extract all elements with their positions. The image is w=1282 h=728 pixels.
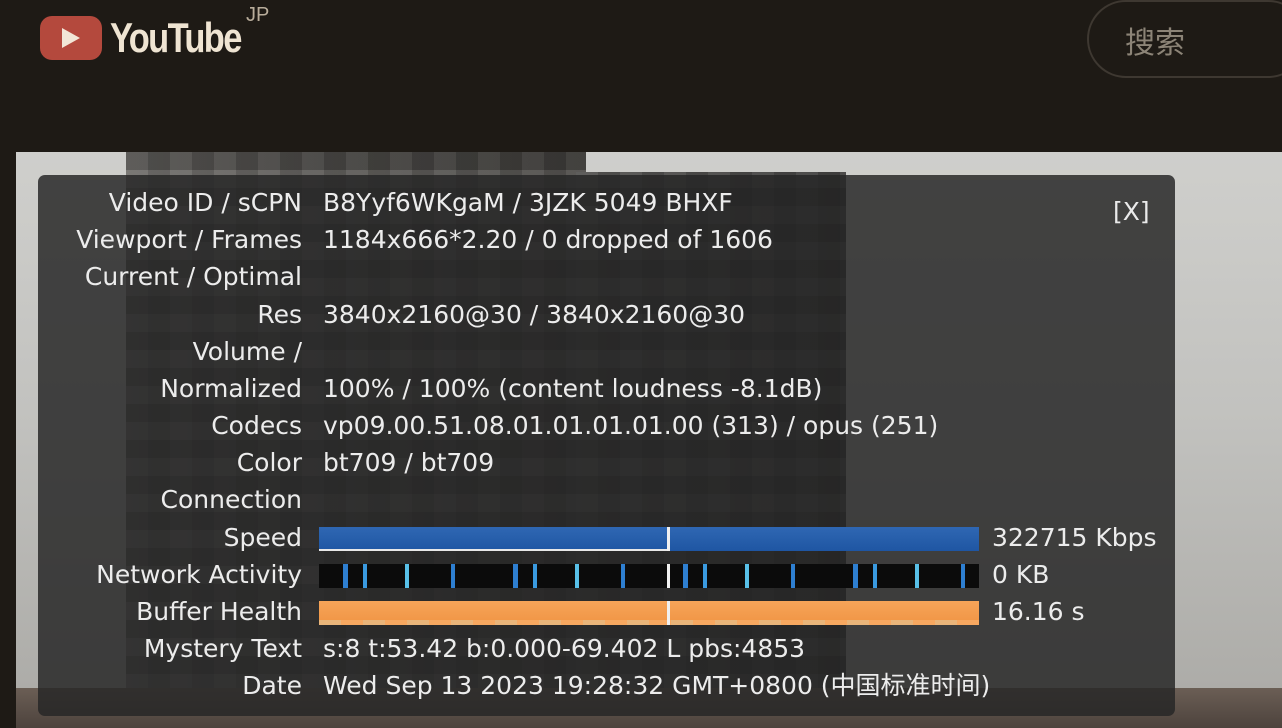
stat-label: Normalized [160, 374, 302, 403]
stat-label: Buffer Health [136, 597, 302, 626]
stat-value: 0 KB [992, 560, 1050, 589]
logo-wordmark: YouTube [110, 14, 242, 61]
stat-row-color: Color bt709 / bt709 [38, 446, 1138, 480]
speed-graph [319, 527, 979, 551]
stat-row-current-optimal: Current / Optimal [38, 260, 1138, 294]
network-activity-graph [319, 564, 979, 588]
stat-label: Mystery Text [143, 634, 302, 663]
country-code: JP [246, 4, 270, 26]
stat-value: 16.16 s [992, 597, 1085, 626]
stat-row-codecs: Codecs vp09.00.51.08.01.01.01.01.00 (313… [38, 409, 1138, 443]
stat-row-speed: Speed 322715 Kbps [38, 521, 1168, 555]
stat-row-mystery-text: Mystery Text s:8 t:53.42 b:0.000-69.402 … [38, 632, 1138, 666]
play-icon [40, 16, 102, 60]
stat-label: Viewport / Frames [76, 225, 302, 254]
stat-row-volume: Volume / [38, 335, 1138, 369]
stat-label: Date [242, 671, 302, 700]
stat-value: 1184x666*2.20 / 0 dropped of 1606 [323, 225, 773, 254]
stat-value: 3840x2160@30 / 3840x2160@30 [323, 300, 746, 329]
stat-label: Volume / [192, 337, 302, 366]
stat-row-buffer-health: Buffer Health 16.16 s [38, 595, 1168, 629]
search-placeholder: 搜索 [1125, 26, 1185, 61]
search-input[interactable]: 搜索 [1087, 0, 1282, 78]
stat-value: vp09.00.51.08.01.01.01.01.00 (313) / opu… [323, 411, 939, 440]
buffer-health-graph [319, 601, 979, 625]
stat-value: B8Yyf6WKgaM / 3JZK 5049 BHXF [323, 188, 733, 217]
stat-row-viewport: Viewport / Frames 1184x666*2.20 / 0 drop… [38, 223, 1138, 257]
stat-row-network-activity: Network Activity 0 KB [38, 558, 1168, 592]
stat-label: Codecs [211, 411, 302, 440]
stat-row-res: Res 3840x2160@30 / 3840x2160@30 [38, 298, 1138, 332]
stat-row-video-id: Video ID / sCPN B8Yyf6WKgaM / 3JZK 5049 … [38, 186, 1138, 220]
stat-row-normalized: Normalized 100% / 100% (content loudness… [38, 372, 1138, 406]
stat-value: s:8 t:53.42 b:0.000-69.402 L pbs:4853 [323, 634, 806, 663]
stat-label: Speed [223, 523, 302, 552]
stat-label: Color [236, 448, 302, 477]
stat-label: Network Activity [96, 560, 302, 589]
stat-value: Wed Sep 13 2023 19:28:32 GMT+0800 (中国标准时… [323, 671, 991, 700]
stats-for-nerds-panel: [X] Video ID / sCPN B8Yyf6WKgaM / 3JZK 5… [38, 175, 1175, 716]
stat-row-date: Date Wed Sep 13 2023 19:28:32 GMT+0800 (… [38, 669, 1138, 703]
stat-label: Current / Optimal [84, 262, 302, 291]
stat-label: Res [257, 300, 302, 329]
stat-value: bt709 / bt709 [323, 448, 495, 477]
stat-value: 322715 Kbps [992, 523, 1157, 552]
stat-value: 100% / 100% (content loudness -8.1dB) [323, 374, 823, 403]
stat-label: Connection [160, 485, 302, 514]
youtube-logo[interactable]: YouTube [40, 14, 269, 62]
stat-row-connection: Connection [38, 483, 1138, 517]
stat-label: Video ID / sCPN [108, 188, 302, 217]
masthead: YouTube JP 搜索 [0, 0, 1282, 152]
